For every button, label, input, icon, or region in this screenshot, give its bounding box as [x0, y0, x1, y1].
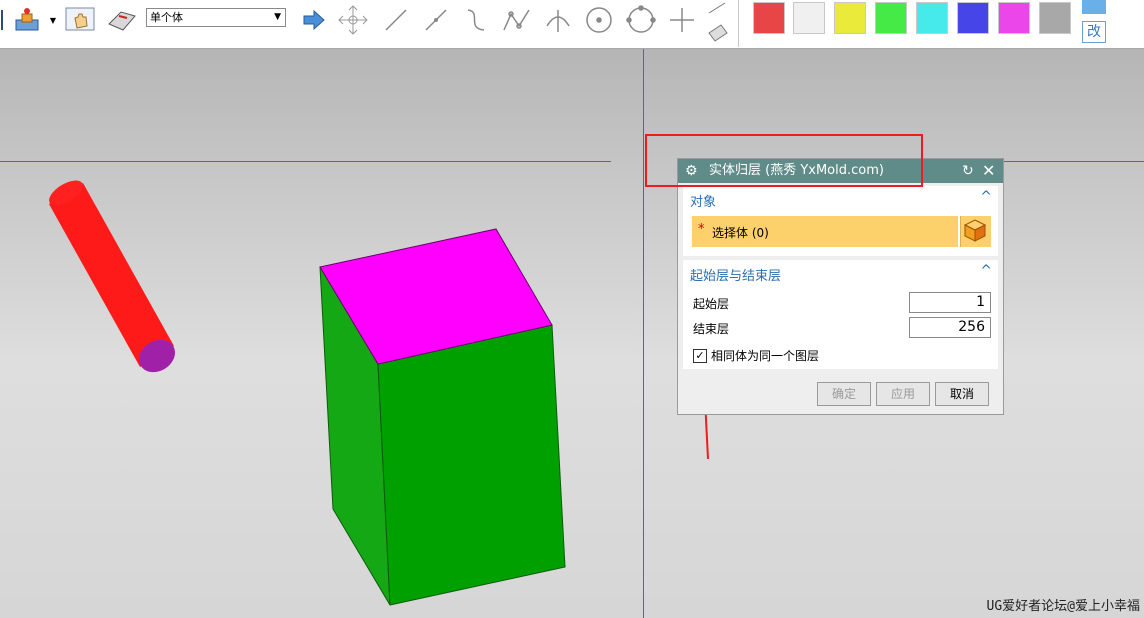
- cross-point-icon[interactable]: [666, 4, 698, 36]
- model-canvas: [49, 180, 566, 606]
- ok-button[interactable]: 确定: [817, 382, 871, 406]
- select-body-label: 选择体 (0): [712, 226, 769, 240]
- circle-point-icon[interactable]: [582, 4, 616, 36]
- select-body-field[interactable]: * 选择体 (0): [692, 216, 958, 247]
- color-swatch-red[interactable]: [753, 2, 785, 34]
- cube-icon: [963, 219, 987, 242]
- watermark-text: UG爱好者论坛@爱上小幸福: [986, 599, 1140, 614]
- reset-icon[interactable]: ↻: [962, 159, 974, 183]
- datum-line: [643, 49, 644, 618]
- color-swatch-gray[interactable]: [1039, 2, 1071, 34]
- color-indicator: [1082, 0, 1106, 14]
- end-layer-label: 结束层: [693, 322, 730, 336]
- eraser-icon[interactable]: [104, 4, 140, 36]
- edit-color-button[interactable]: 改: [1082, 21, 1106, 43]
- chevron-up-icon[interactable]: ^: [980, 189, 992, 205]
- start-layer-label: 起始层: [693, 297, 730, 311]
- layer-dialog: ⚙ 实体归层 (燕秀 YxMold.com) ↻ ✕ 对象 ^ * 选择体 (0…: [677, 158, 1004, 415]
- selection-filter-value: 单个体: [150, 11, 183, 24]
- line-icon[interactable]: [380, 4, 412, 36]
- object-section: 对象 ^ * 选择体 (0): [683, 186, 998, 256]
- hand-tool-icon[interactable]: [64, 4, 98, 36]
- toolbar-divider: [738, 0, 739, 47]
- dropdown-arrow-icon[interactable]: ▼: [46, 4, 60, 36]
- select-body-button[interactable]: [960, 216, 991, 247]
- circle-icon[interactable]: [624, 4, 658, 36]
- same-body-same-layer-label: 相同体为同一个图层: [711, 349, 820, 363]
- start-layer-input[interactable]: 1: [909, 292, 991, 313]
- color-swatch-magenta[interactable]: [998, 2, 1030, 34]
- apply-button[interactable]: 应用: [876, 382, 930, 406]
- cancel-button[interactable]: 取消: [935, 382, 989, 406]
- pen-tool-icon[interactable]: [702, 0, 732, 46]
- selection-filter-dropdown[interactable]: 单个体 ▼: [146, 8, 286, 27]
- layer-range-section: 起始层与结束层 ^ 起始层 1 结束层 256 ✓ 相同体为同一个图层: [683, 260, 998, 369]
- arrow-right-icon[interactable]: [300, 4, 328, 36]
- arc-icon[interactable]: [542, 4, 574, 36]
- close-icon[interactable]: ✕: [982, 159, 995, 183]
- green-box: [319, 228, 566, 606]
- line-point-icon[interactable]: [420, 4, 452, 36]
- color-swatch-cyan[interactable]: [916, 2, 948, 34]
- move-points-icon[interactable]: [336, 4, 370, 36]
- end-layer-input[interactable]: 256: [909, 317, 991, 338]
- toolbar-edge: [0, 4, 4, 36]
- chevron-up-icon[interactable]: ^: [980, 263, 992, 279]
- polyline-icon[interactable]: [500, 4, 534, 36]
- color-swatch-yellow[interactable]: [834, 2, 866, 34]
- toolbar: ▼ 单个体 ▼ 改: [0, 0, 1144, 49]
- object-section-header[interactable]: 对象: [690, 191, 716, 210]
- chevron-down-icon: ▼: [274, 12, 281, 22]
- highlight-box: [645, 134, 923, 187]
- color-swatch-green[interactable]: [875, 2, 907, 34]
- curve-icon[interactable]: [460, 4, 492, 36]
- color-swatch-white[interactable]: [793, 2, 825, 34]
- color-swatch-blue[interactable]: [957, 2, 989, 34]
- layer-settings-icon[interactable]: [12, 4, 42, 36]
- required-marker: *: [698, 222, 705, 237]
- layer-range-section-header[interactable]: 起始层与结束层: [690, 265, 781, 284]
- red-cylinder: [49, 180, 176, 373]
- same-body-same-layer-checkbox[interactable]: ✓: [693, 349, 707, 363]
